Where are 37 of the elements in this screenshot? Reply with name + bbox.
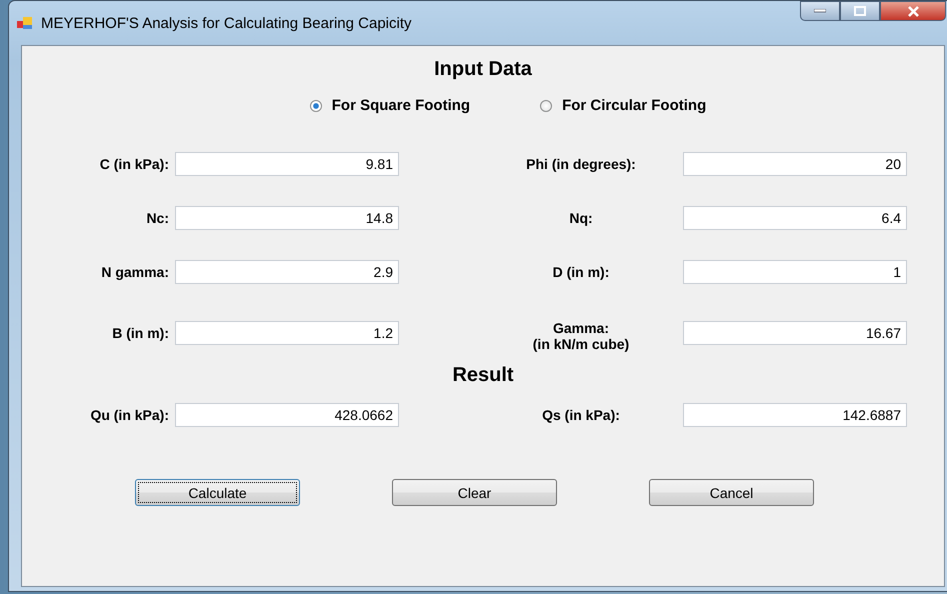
radio-button[interactable] bbox=[540, 100, 552, 112]
app-icon bbox=[17, 16, 33, 30]
action-button[interactable]: Cancel bbox=[649, 479, 814, 506]
input-field[interactable]: 16.67 bbox=[683, 321, 907, 345]
input-field[interactable]: 1.2 bbox=[175, 321, 399, 345]
result-field[interactable]: 428.0662 bbox=[175, 403, 399, 427]
field-label: N gamma: bbox=[100, 264, 169, 280]
radio-option[interactable]: For Square Footing bbox=[310, 97, 470, 114]
field-label: B (in m): bbox=[111, 325, 169, 341]
maximize-icon bbox=[854, 6, 866, 16]
radio-option[interactable]: For Circular Footing bbox=[540, 97, 706, 114]
input-field[interactable]: 2.9 bbox=[175, 260, 399, 284]
field-label: C (in kPa): bbox=[98, 156, 169, 172]
field-label: Qu (in kPa): bbox=[89, 407, 169, 423]
input-field[interactable]: 6.4 bbox=[683, 206, 907, 230]
minimize-icon bbox=[814, 9, 826, 13]
field-label: D (in m): bbox=[552, 264, 610, 280]
field-label: Phi (in degrees): bbox=[525, 156, 637, 172]
action-button[interactable]: Calculate bbox=[135, 479, 300, 506]
input-field[interactable]: 9.81 bbox=[175, 152, 399, 176]
close-icon bbox=[906, 6, 920, 16]
input-field[interactable]: 1 bbox=[683, 260, 907, 284]
input-field[interactable]: 14.8 bbox=[175, 206, 399, 230]
minimize-button[interactable] bbox=[800, 1, 840, 21]
close-button[interactable] bbox=[880, 1, 946, 21]
section-heading: Result bbox=[451, 364, 515, 387]
field-label: Gamma: (in kN/m cube) bbox=[532, 319, 630, 352]
action-button[interactable]: Clear bbox=[392, 479, 557, 506]
maximize-button[interactable] bbox=[840, 1, 880, 21]
field-label: Nq: bbox=[568, 210, 594, 226]
section-heading: Input Data bbox=[433, 58, 533, 81]
radio-button[interactable] bbox=[310, 100, 322, 112]
result-field[interactable]: 142.6887 bbox=[683, 403, 907, 427]
field-label: Nc: bbox=[145, 210, 169, 226]
input-field[interactable]: 20 bbox=[683, 152, 907, 176]
window-title: MEYERHOF'S Analysis for Calculating Bearing Capicity bbox=[41, 14, 413, 32]
field-label: Qs (in kPa): bbox=[541, 407, 621, 423]
